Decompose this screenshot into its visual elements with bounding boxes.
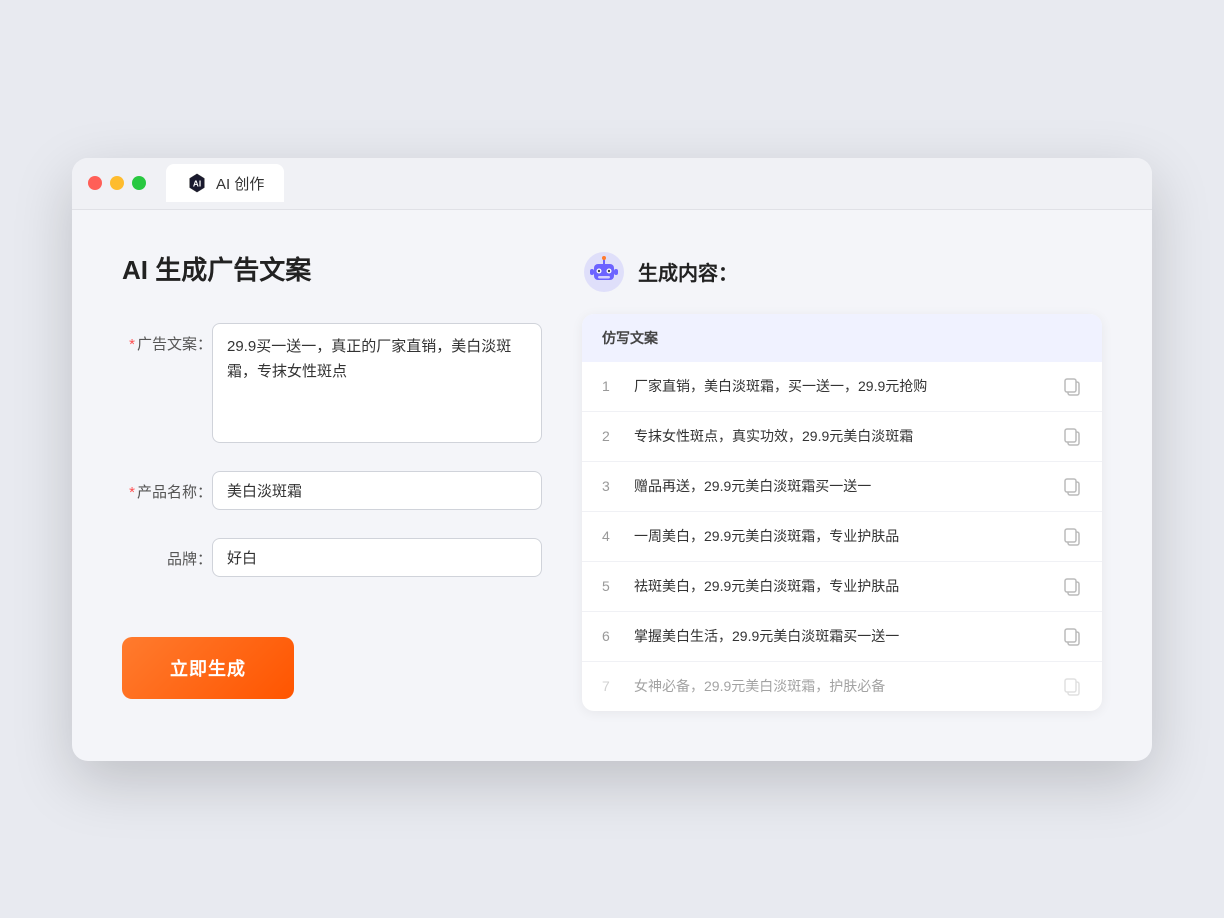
results-table: 仿写文案 1 厂家直销，美白淡斑霜，买一送一，29.9元抢购 2 专抹女性斑点，… xyxy=(582,314,1102,711)
row-text: 一周美白，29.9元美白淡斑霜，专业护肤品 xyxy=(634,526,1048,547)
traffic-lights xyxy=(88,176,146,190)
svg-text:AI: AI xyxy=(193,180,201,189)
row-number: 1 xyxy=(602,378,620,394)
row-number: 5 xyxy=(602,578,620,594)
row-number: 3 xyxy=(602,478,620,494)
content-area: AI 生成广告文案 *广告文案： *产品名称： 品牌： xyxy=(72,210,1152,761)
row-text: 专抹女性斑点，真实功效，29.9元美白淡斑霜 xyxy=(634,426,1048,447)
row-number: 2 xyxy=(602,428,620,444)
minimize-button[interactable] xyxy=(110,176,124,190)
table-row: 1 厂家直销，美白淡斑霜，买一送一，29.9元抢购 xyxy=(582,362,1102,412)
copy-icon[interactable] xyxy=(1062,676,1082,696)
row-number: 6 xyxy=(602,628,620,644)
copy-icon[interactable] xyxy=(1062,426,1082,446)
ai-creation-tab[interactable]: AI AI 创作 xyxy=(166,164,284,202)
left-panel: AI 生成广告文案 *广告文案： *产品名称： 品牌： xyxy=(122,250,542,711)
copy-icon[interactable] xyxy=(1062,526,1082,546)
row-text: 女神必备，29.9元美白淡斑霜，护肤必备 xyxy=(634,676,1048,697)
copy-icon[interactable] xyxy=(1062,376,1082,396)
ai-tab-icon: AI xyxy=(186,172,208,194)
row-text: 掌握美白生活，29.9元美白淡斑霜买一送一 xyxy=(634,626,1048,647)
brand-row: 品牌： xyxy=(122,538,542,577)
ad-copy-label: *广告文案： xyxy=(122,323,212,354)
copy-icon[interactable] xyxy=(1062,576,1082,596)
brand-input[interactable] xyxy=(212,538,542,577)
right-panel: 生成内容： 仿写文案 1 厂家直销，美白淡斑霜，买一送一，29.9元抢购 2 专… xyxy=(582,250,1102,711)
table-row: 3 赠品再送，29.9元美白淡斑霜买一送一 xyxy=(582,462,1102,512)
results-header: 生成内容： xyxy=(582,250,1102,294)
browser-window: AI AI 创作 AI 生成广告文案 *广告文案： *产品名称： xyxy=(72,158,1152,761)
close-button[interactable] xyxy=(88,176,102,190)
product-name-row: *产品名称： xyxy=(122,471,542,510)
ad-copy-textarea[interactable] xyxy=(212,323,542,443)
ad-copy-row: *广告文案： xyxy=(122,323,542,443)
required-star-2: * xyxy=(129,484,135,501)
table-row: 7 女神必备，29.9元美白淡斑霜，护肤必备 xyxy=(582,662,1102,711)
table-row: 6 掌握美白生活，29.9元美白淡斑霜买一送一 xyxy=(582,612,1102,662)
page-title: AI 生成广告文案 xyxy=(122,250,542,287)
tab-label: AI 创作 xyxy=(216,173,264,194)
row-number: 4 xyxy=(602,528,620,544)
generate-button[interactable]: 立即生成 xyxy=(122,637,294,699)
results-title: 生成内容： xyxy=(638,257,738,286)
table-row: 5 祛斑美白，29.9元美白淡斑霜，专业护肤品 xyxy=(582,562,1102,612)
row-text: 厂家直销，美白淡斑霜，买一送一，29.9元抢购 xyxy=(634,376,1048,397)
product-name-input[interactable] xyxy=(212,471,542,510)
robot-icon xyxy=(582,250,626,294)
titlebar: AI AI 创作 xyxy=(72,158,1152,210)
copy-icon[interactable] xyxy=(1062,476,1082,496)
required-star: * xyxy=(129,336,135,353)
table-row: 2 专抹女性斑点，真实功效，29.9元美白淡斑霜 xyxy=(582,412,1102,462)
row-text: 赠品再送，29.9元美白淡斑霜买一送一 xyxy=(634,476,1048,497)
maximize-button[interactable] xyxy=(132,176,146,190)
row-text: 祛斑美白，29.9元美白淡斑霜，专业护肤品 xyxy=(634,576,1048,597)
brand-label: 品牌： xyxy=(122,538,212,569)
table-row: 4 一周美白，29.9元美白淡斑霜，专业护肤品 xyxy=(582,512,1102,562)
row-number: 7 xyxy=(602,678,620,694)
copy-icon[interactable] xyxy=(1062,626,1082,646)
table-header: 仿写文案 xyxy=(582,314,1102,362)
product-name-label: *产品名称： xyxy=(122,471,212,502)
